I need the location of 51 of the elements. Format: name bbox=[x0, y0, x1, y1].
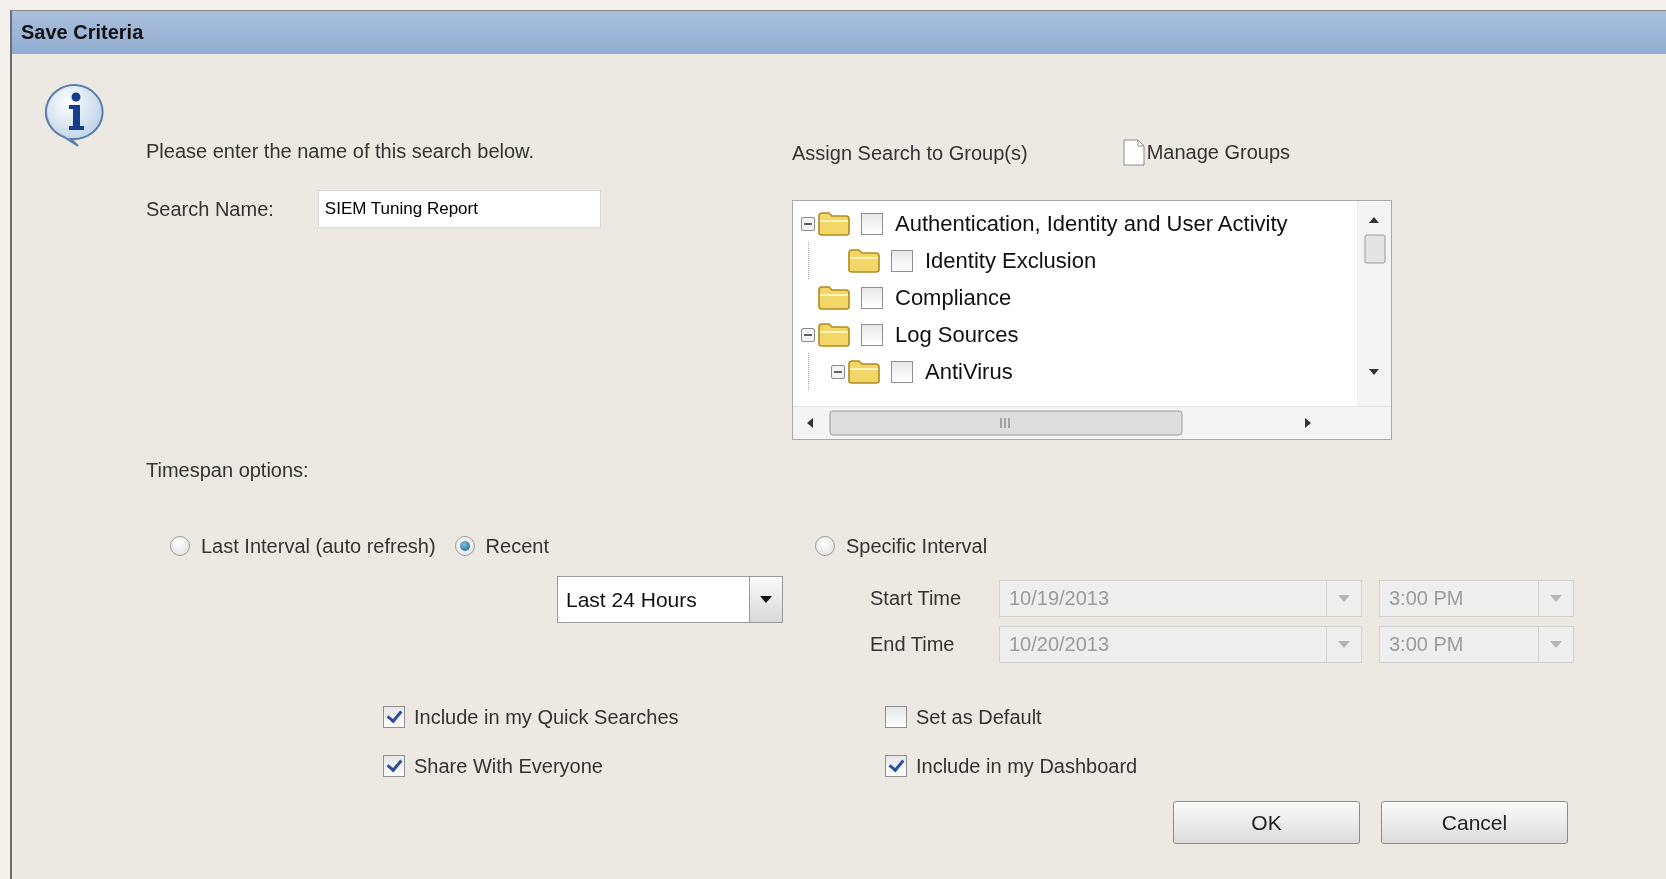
tree-item-label[interactable]: Identity Exclusion bbox=[925, 247, 1097, 274]
dropdown-arrow-icon bbox=[1550, 595, 1562, 602]
groups-label: Assign Search to Group(s) bbox=[792, 140, 1028, 165]
expander-icon[interactable] bbox=[831, 364, 845, 379]
dialog-button[interactable]: OK bbox=[1173, 801, 1360, 844]
tree-item-label[interactable]: Authentication, Identity and User Activity bbox=[895, 210, 1288, 237]
radio-option[interactable]: Specific Interval bbox=[815, 534, 988, 558]
folder-icon bbox=[817, 210, 851, 237]
checkbox-label[interactable]: Include in my Quick Searches bbox=[414, 705, 679, 729]
dropdown-arrow-icon bbox=[760, 596, 772, 603]
manage-groups-link[interactable]: Manage Groups bbox=[1122, 139, 1291, 166]
checkbox[interactable] bbox=[861, 212, 883, 235]
checkbox[interactable] bbox=[861, 323, 883, 346]
radio-button[interactable] bbox=[170, 536, 190, 556]
checkbox[interactable] bbox=[885, 755, 907, 777]
checkbox[interactable] bbox=[383, 706, 405, 728]
radio-option[interactable]: Recent bbox=[454, 534, 549, 558]
radio-label[interactable]: Specific Interval bbox=[846, 534, 988, 558]
document-icon bbox=[1122, 139, 1145, 166]
checkbox[interactable] bbox=[383, 755, 405, 777]
tree-item-label[interactable]: Log Sources bbox=[895, 321, 1019, 348]
tree-item-label[interactable]: Compliance bbox=[895, 284, 1012, 311]
radio-button[interactable] bbox=[815, 536, 835, 556]
tree-item-label[interactable]: AntiVirus bbox=[925, 358, 1013, 385]
radio-label[interactable]: Recent bbox=[485, 534, 549, 558]
checkbox-label[interactable]: Include in my Dashboard bbox=[916, 754, 1138, 778]
expander-icon[interactable] bbox=[801, 327, 815, 342]
window-title: Save Criteria bbox=[21, 21, 144, 44]
dropdown-arrow-icon bbox=[1550, 641, 1562, 648]
recent-range-dropdown[interactable]: Last 24 Hours bbox=[557, 576, 783, 623]
dialog-button[interactable]: Cancel bbox=[1381, 801, 1568, 844]
folder-icon bbox=[817, 321, 851, 348]
folder-icon bbox=[847, 247, 881, 274]
folder-icon bbox=[817, 284, 851, 311]
checkbox-label[interactable]: Set as Default bbox=[916, 705, 1042, 729]
radio-button[interactable] bbox=[454, 536, 475, 556]
dropdown-arrow-icon bbox=[1338, 595, 1350, 602]
folder-icon bbox=[847, 358, 881, 385]
dropdown-arrow-icon bbox=[1338, 641, 1350, 648]
prompt-text: Please enter the name of this search below. bbox=[146, 139, 535, 163]
start-time-label: Start Time bbox=[870, 587, 963, 610]
expander-icon[interactable] bbox=[801, 216, 815, 231]
checkbox[interactable] bbox=[861, 286, 883, 309]
checkbox[interactable] bbox=[885, 706, 907, 728]
checkbox[interactable] bbox=[891, 360, 913, 383]
search-name-label: Search Name: bbox=[146, 197, 274, 221]
search-name-field[interactable]: SIEM Tuning Report bbox=[317, 190, 601, 228]
timespan-label: Timespan options: bbox=[146, 458, 310, 482]
checkbox-label[interactable]: Share With Everyone bbox=[414, 754, 603, 778]
end-time-label: End Time bbox=[870, 633, 956, 656]
checkbox[interactable] bbox=[891, 249, 913, 272]
